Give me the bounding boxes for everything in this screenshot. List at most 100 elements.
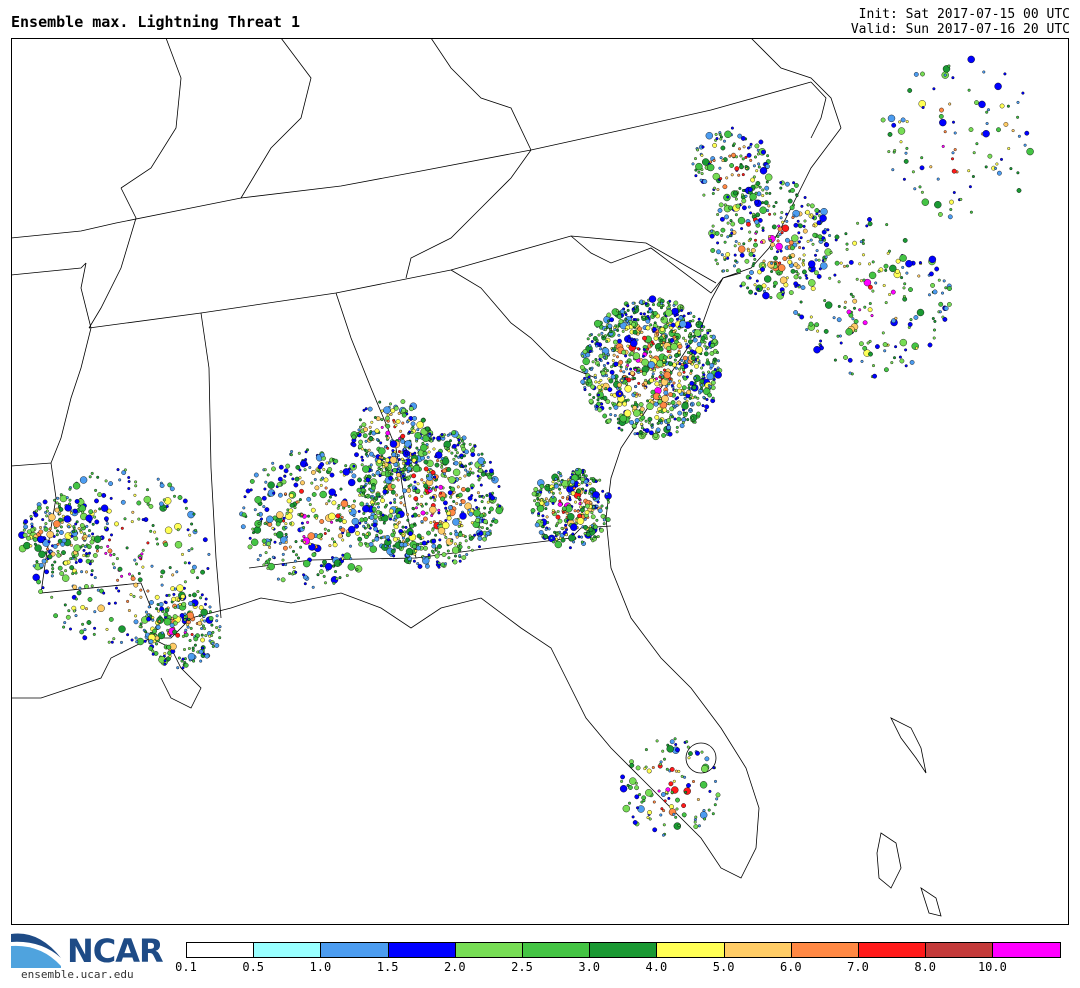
storm-cell (907, 321, 913, 327)
storm-cell (419, 542, 423, 546)
storm-cell (184, 628, 188, 632)
storm-cell (754, 238, 758, 242)
storm-cell (597, 393, 601, 397)
storm-cell (548, 488, 552, 492)
storm-cell (641, 354, 645, 358)
storm-cell (397, 458, 401, 462)
storm-cell (703, 817, 707, 821)
storm-cell (670, 400, 676, 405)
storm-cell (214, 643, 220, 648)
storm-cell (389, 501, 393, 505)
storm-cell (486, 500, 490, 504)
storm-cell (769, 296, 773, 300)
storm-cell (797, 231, 801, 235)
storm-cell (590, 340, 594, 344)
storm-cell (686, 418, 690, 422)
storm-cell (929, 165, 933, 169)
storm-cell (999, 103, 1005, 109)
storm-cell (187, 549, 191, 553)
storm-cell (609, 330, 613, 334)
storm-cell (600, 513, 606, 519)
storm-cell (555, 531, 559, 535)
storm-cell (444, 519, 448, 523)
storm-cell (176, 598, 180, 602)
storm-cell (460, 439, 464, 443)
storm-cell (282, 519, 286, 523)
storm-cell (381, 513, 385, 517)
storm-cell (471, 471, 475, 475)
storm-cell (29, 514, 33, 518)
storm-cell (672, 330, 676, 334)
colorbar-tick-label: 0.1 (175, 960, 197, 974)
storm-cell (446, 549, 450, 553)
storm-cell (859, 279, 863, 283)
storm-cell (139, 588, 143, 592)
storm-cell (921, 105, 925, 109)
storm-cell (478, 494, 482, 498)
storm-cell (470, 452, 476, 457)
storm-cell (578, 474, 582, 478)
storm-cell (673, 417, 677, 421)
storm-cell (403, 530, 407, 534)
storm-cell (148, 646, 154, 651)
storm-cell (648, 354, 652, 358)
storm-cell (488, 506, 494, 512)
storm-cell (183, 618, 187, 622)
colorbar-swatch (926, 943, 994, 957)
storm-cell (289, 522, 293, 526)
storm-cell (688, 339, 693, 345)
storm-cell (339, 470, 343, 474)
storm-cell (384, 467, 388, 471)
storm-cell (541, 514, 545, 518)
storm-cell (647, 416, 653, 422)
storm-cell (588, 398, 594, 404)
storm-cell (1011, 129, 1015, 133)
storm-cell (447, 556, 451, 560)
storm-cell (263, 487, 267, 491)
storm-cell (443, 532, 447, 536)
storm-cell (411, 544, 417, 549)
storm-cell (454, 529, 458, 533)
storm-cell (597, 508, 603, 514)
storm-cell (204, 597, 208, 601)
storm-cell (139, 595, 143, 599)
storm-cell (79, 629, 85, 635)
storm-cell (457, 455, 461, 459)
storm-cell (322, 574, 326, 578)
storm-cell (406, 518, 410, 522)
storm-cell (737, 173, 741, 177)
storm-cell (683, 363, 689, 369)
storm-cell (631, 321, 636, 327)
storm-cell (755, 279, 759, 283)
storm-cell (653, 432, 659, 438)
storm-cell (659, 338, 663, 342)
storm-cell (661, 432, 666, 438)
storm-cell (162, 498, 166, 502)
storm-cell (388, 475, 393, 481)
storm-cell (604, 328, 608, 332)
storm-cell (302, 526, 306, 530)
storm-cell (626, 304, 630, 308)
storm-cell (867, 217, 872, 222)
storm-cell (741, 193, 745, 197)
storm-cell (26, 529, 32, 535)
storm-cell (468, 467, 472, 471)
storm-cell (181, 657, 185, 661)
storm-cell (823, 328, 829, 334)
storm-cell (790, 245, 795, 251)
storm-cell (953, 148, 957, 152)
storm-cell (160, 569, 166, 575)
storm-cell (738, 147, 742, 151)
storm-cell (155, 537, 159, 541)
storm-cell (646, 315, 650, 319)
storm-cell (843, 355, 848, 360)
storm-cell (681, 803, 686, 808)
storm-cell (985, 110, 989, 114)
storm-cell (281, 558, 285, 562)
storm-cell (817, 258, 821, 262)
storm-cell (120, 574, 124, 578)
storm-cell (204, 653, 210, 659)
storm-cell (386, 436, 390, 440)
storm-cell (74, 561, 78, 565)
storm-cell (71, 572, 75, 576)
